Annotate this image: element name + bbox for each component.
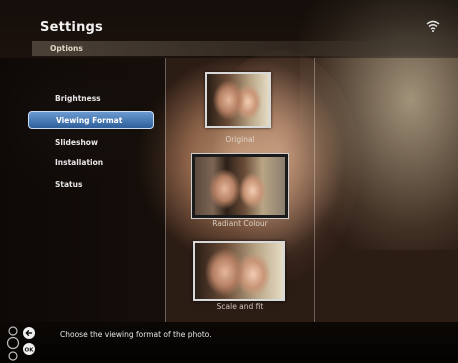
thumbnail-photo bbox=[195, 157, 285, 215]
menu-item-slideshow[interactable]: Slideshow bbox=[28, 134, 154, 152]
back-icon[interactable] bbox=[22, 326, 36, 340]
format-label-original: Original bbox=[225, 135, 255, 144]
svg-text:OK: OK bbox=[25, 347, 35, 353]
status-bar bbox=[0, 322, 458, 363]
format-thumbnail-original[interactable] bbox=[205, 72, 271, 128]
menu-item-status[interactable]: Status bbox=[28, 176, 154, 194]
menu-item-brightness[interactable]: Brightness bbox=[28, 90, 154, 108]
menu-divider bbox=[165, 58, 166, 322]
page-subtitle: Options bbox=[50, 44, 83, 53]
menu-item-installation[interactable]: Installation bbox=[28, 154, 154, 172]
menu-item-viewing-format[interactable]: Viewing Format bbox=[28, 111, 154, 129]
ok-icon[interactable]: OK bbox=[22, 342, 36, 356]
thumbnail-photo bbox=[195, 243, 283, 299]
page-title: Settings bbox=[40, 20, 103, 35]
format-thumbnail-scale-and-fit[interactable] bbox=[193, 241, 285, 301]
subtitle-bar bbox=[32, 41, 452, 56]
navigation-ring-icon bbox=[6, 326, 20, 361]
format-thumbnail-radiant-colour[interactable] bbox=[192, 154, 288, 218]
help-text: Choose the viewing format of the photo. bbox=[60, 330, 212, 339]
format-label-radiant-colour: Radiant Colour bbox=[212, 219, 268, 228]
format-label-scale-and-fit: Scale and fit bbox=[216, 302, 264, 311]
thumbnail-photo bbox=[207, 74, 269, 126]
wifi-icon bbox=[426, 20, 440, 32]
options-divider bbox=[314, 58, 315, 322]
